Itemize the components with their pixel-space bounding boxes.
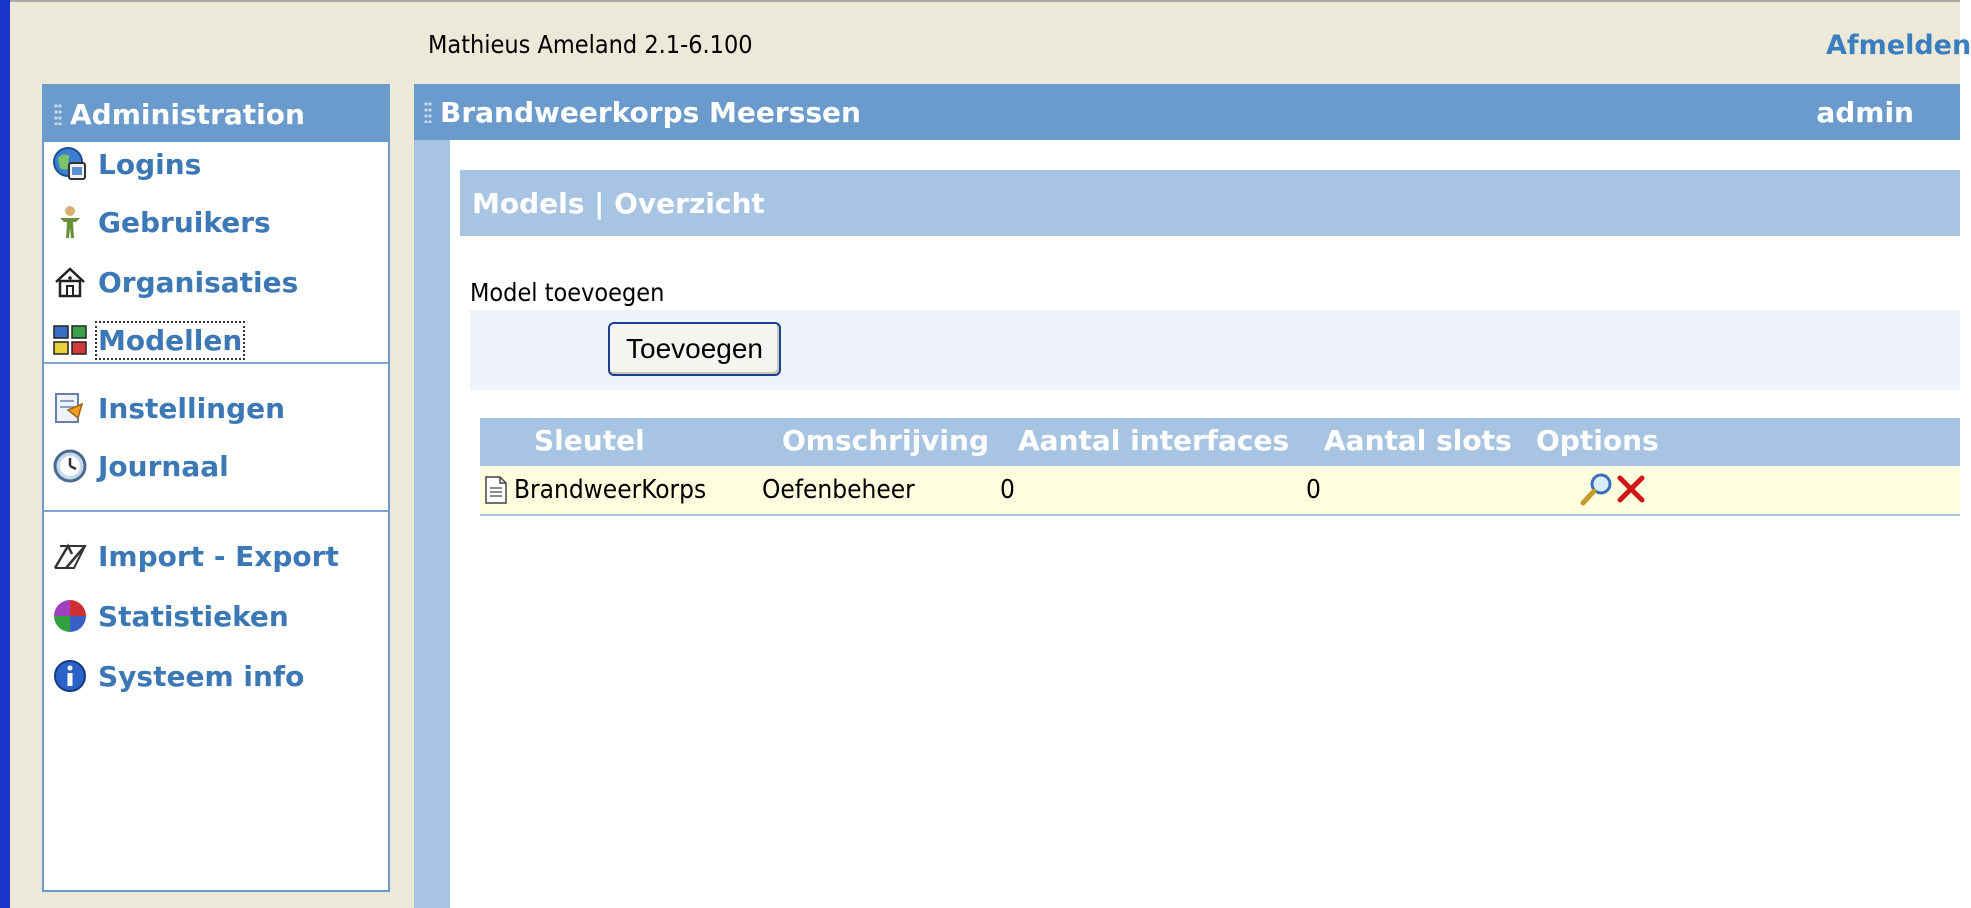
app-version-title: Mathieus Ameland 2.1-6.100 <box>428 30 753 59</box>
sidebar-divider <box>44 510 388 512</box>
document-icon <box>485 476 507 504</box>
cell-interfaces: 0 <box>1000 475 1015 505</box>
settings-icon <box>55 393 84 423</box>
table-header: Sleutel Omschrijving Aantal interfaces A… <box>480 418 1960 466</box>
add-model-label: Model toevoegen <box>470 278 665 307</box>
sidebar-item-label: Statistieken <box>98 599 289 633</box>
delete-icon[interactable] <box>1616 474 1646 504</box>
column-header-description[interactable]: Omschrijving <box>782 424 989 457</box>
cell-slots: 0 <box>1306 475 1321 505</box>
sidebar-item-logins[interactable]: Logins <box>52 146 201 182</box>
section-title: Models | Overzicht <box>460 170 1960 236</box>
main-panel: Brandweerkorps Meerssen admin Models | O… <box>414 84 1960 908</box>
sidebar-item-organisaties[interactable]: Organisaties <box>52 264 298 300</box>
content-area: Models | Overzicht Model toevoegen Toevo… <box>450 140 1960 908</box>
sidebar-item-systeem-info[interactable]: Systeem info <box>52 658 304 694</box>
add-model-row: Toevoegen <box>470 310 1960 390</box>
sidebar-item-label: Instellingen <box>98 391 286 425</box>
sidebar-item-label: Gebruikers <box>98 205 271 239</box>
cell-key[interactable]: BrandweerKorps <box>514 475 706 505</box>
sidebar-item-statistieken[interactable]: Statistieken <box>52 598 289 634</box>
clock-icon <box>53 449 87 483</box>
main-header: Brandweerkorps Meerssen admin <box>414 84 1960 140</box>
logins-icon <box>53 147 86 180</box>
column-header-slots[interactable]: Aantal slots <box>1324 424 1512 457</box>
sidebar-title: Administration <box>70 97 305 131</box>
cell-description: Oefenbeheer <box>762 475 915 505</box>
view-magnifier-icon[interactable] <box>1580 472 1614 506</box>
sidebar-item-label: Journaal <box>98 449 229 483</box>
organization-title: Brandweerkorps Meerssen <box>440 95 861 129</box>
sidebar-item-label: Import - Export <box>98 539 339 573</box>
logout-link[interactable]: Afmelden <box>1826 30 1971 61</box>
window-left-border <box>0 0 10 908</box>
info-icon <box>54 660 86 692</box>
table-row[interactable]: BrandweerKorps Oefenbeheer 0 0 <box>480 466 1960 516</box>
sidebar-item-gebruikers[interactable]: Gebruikers <box>52 204 271 240</box>
statistics-icon <box>54 600 86 632</box>
sidebar-divider <box>44 362 388 364</box>
grip-icon <box>424 101 432 123</box>
sidebar-item-label: Organisaties <box>98 265 299 299</box>
user-figure-icon <box>60 206 80 238</box>
models-icon <box>53 325 87 355</box>
sidebar-item-instellingen[interactable]: Instellingen <box>52 390 285 426</box>
sidebar-header: Administration <box>44 86 388 142</box>
sidebar-item-journaal[interactable]: Journaal <box>52 448 229 484</box>
column-header-interfaces[interactable]: Aantal interfaces <box>1018 424 1289 457</box>
house-icon <box>55 267 85 298</box>
window-right-area <box>1960 0 1971 908</box>
column-header-key[interactable]: Sleutel <box>534 424 645 457</box>
current-user: admin <box>1816 96 1914 129</box>
add-model-button[interactable]: Toevoegen <box>608 322 782 376</box>
sidebar-item-label: Logins <box>98 147 202 181</box>
import-export-icon <box>53 543 87 569</box>
sidebar-item-label: Modellen <box>94 320 246 360</box>
grip-icon <box>54 103 62 125</box>
window-top-border <box>10 0 1960 2</box>
sidebar-item-import-export[interactable]: Import - Export <box>52 538 339 574</box>
sidebar: Administration Logins Gebruikers Organis… <box>42 84 390 892</box>
sidebar-item-label: Systeem info <box>98 659 305 693</box>
column-header-options: Options <box>1536 424 1659 457</box>
sidebar-item-modellen[interactable]: Modellen <box>52 320 246 360</box>
